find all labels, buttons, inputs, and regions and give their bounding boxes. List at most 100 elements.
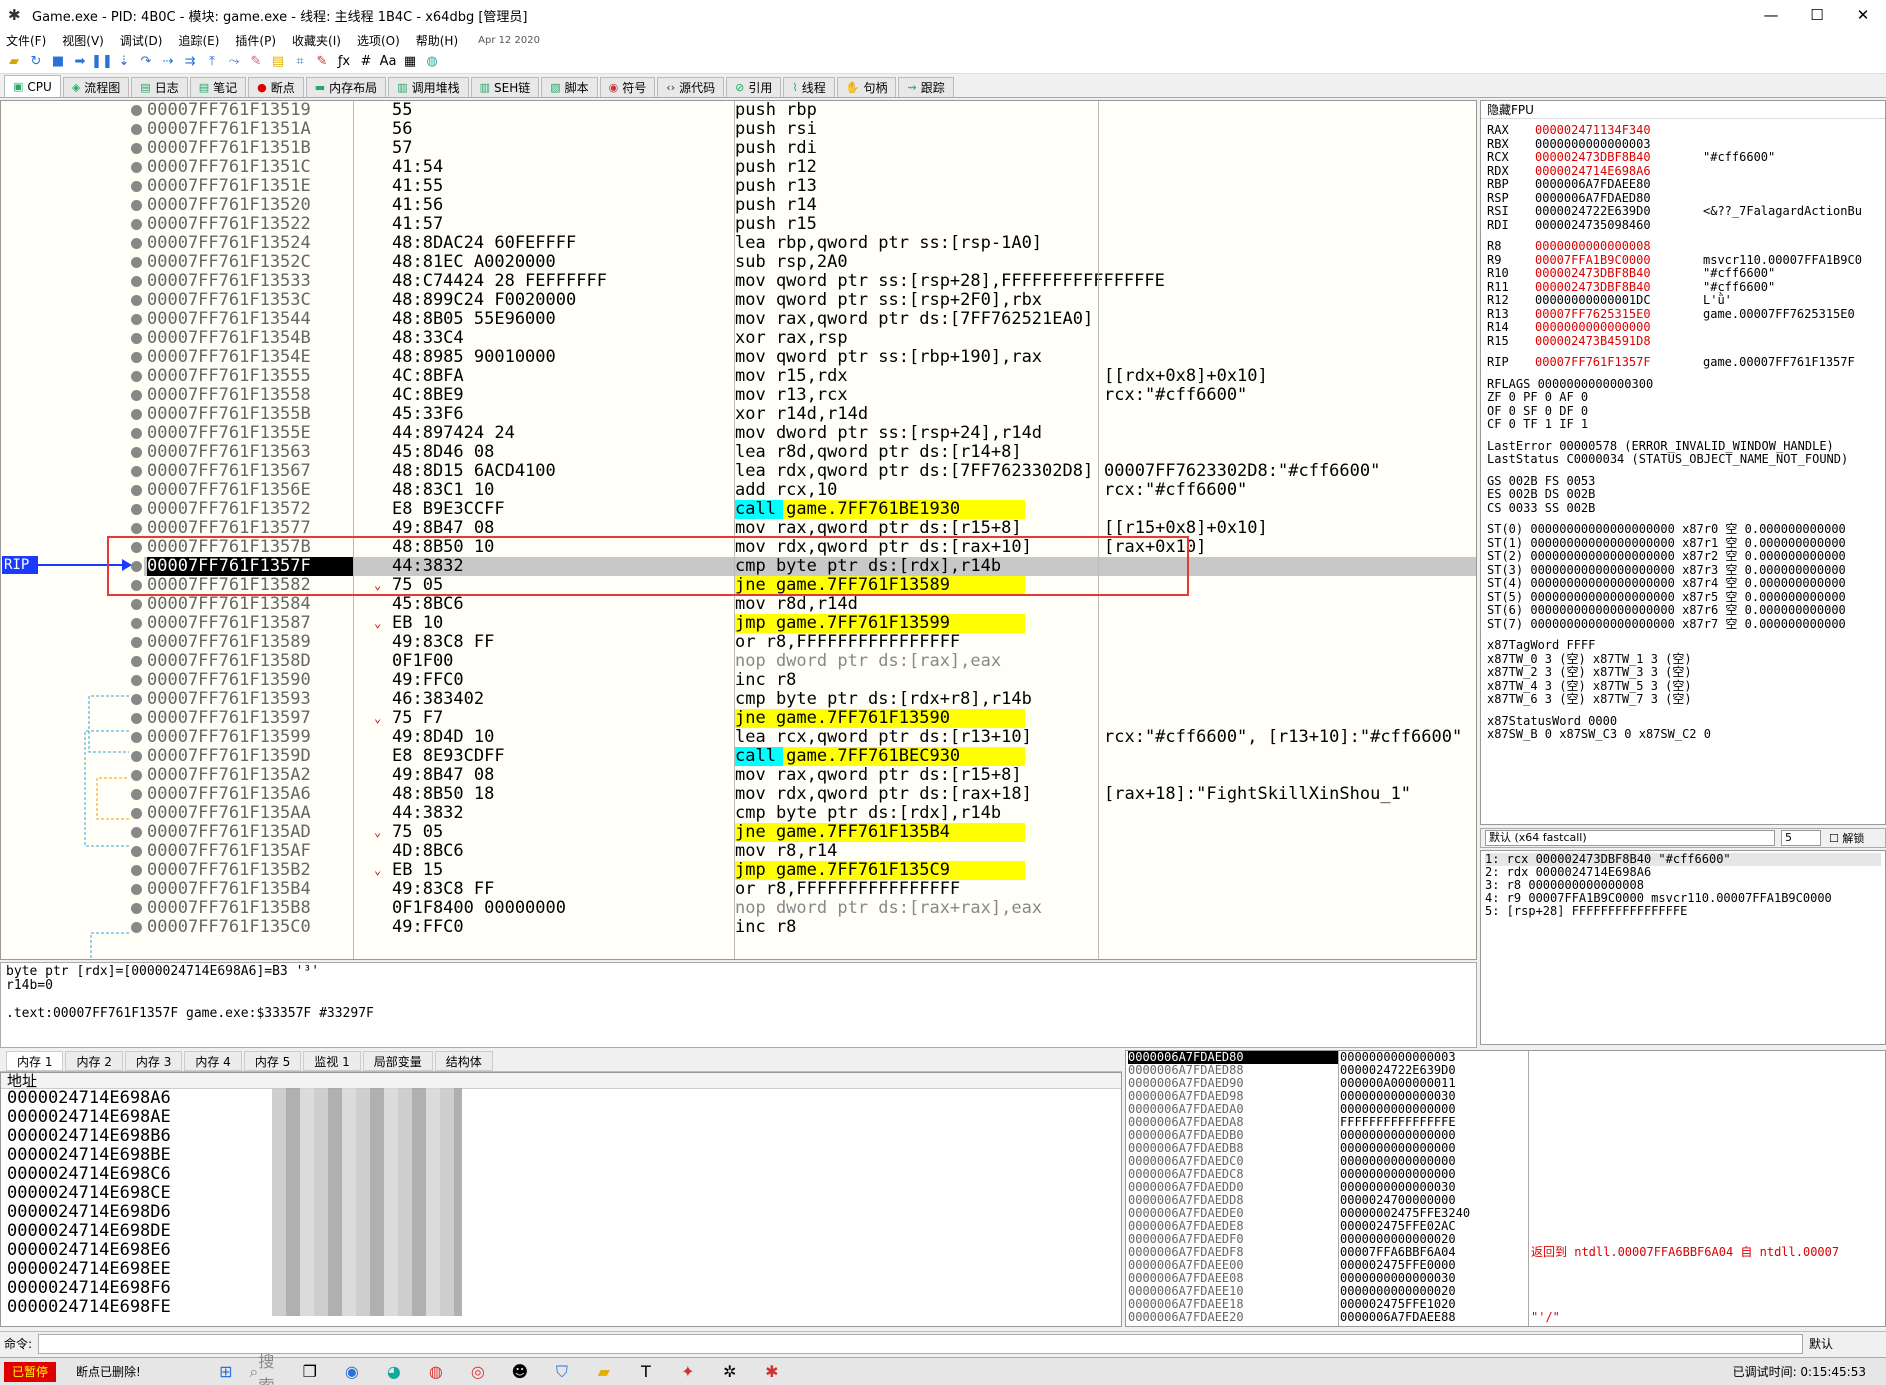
tab-trace[interactable]: ⇝ 跟踪	[898, 77, 954, 97]
trace-into-icon[interactable]: ⇢	[158, 52, 178, 72]
disassembly-row[interactable]: 00007FF761F1353C 48:899C24 F0020000 mov qw…	[131, 291, 1476, 310]
shield-icon[interactable]: ⛉	[547, 1360, 577, 1384]
disassembly-row[interactable]: 00007FF761F135B4 49:83C8 FF or r8,FFFFFFFF…	[131, 880, 1476, 899]
register-row[interactable]: RDX 0000024714E698A6	[1487, 164, 1703, 178]
disassembly-row[interactable]: 00007FF761F1359D E8 8E93CDFF call game.7FF…	[131, 747, 1476, 766]
dump-row[interactable]: 0000024714E698AE	[1, 1108, 1121, 1127]
fpu-tag-row[interactable]: x87TW_0 3 (空) x87TW_1 3 (空)	[1487, 652, 1692, 666]
breakpoint-dot-icon[interactable]	[131, 599, 142, 610]
disassembly-row[interactable]: 00007FF761F135C0 49:FFC0 inc r8	[131, 918, 1476, 937]
register-row[interactable]: RDI 0000024735098460	[1487, 218, 1703, 232]
disassembly-row[interactable]: 00007FF761F13519 55 push rbp	[131, 101, 1476, 120]
breakpoint-dot-icon[interactable]	[131, 238, 142, 249]
game-icon[interactable]: ✦	[673, 1360, 703, 1384]
fpu-st-row[interactable]: ST(1) 00000000000000000000 x87r1 空 0.000…	[1487, 536, 1846, 550]
segment-row[interactable]: GS 002B FS 0053	[1487, 474, 1595, 488]
disassembly-row[interactable]: 00007FF761F1351B 57 push rdi	[131, 139, 1476, 158]
register-row-rip[interactable]: RIP 00007FF761F1357F game.00007FF761F1357F	[1487, 355, 1855, 369]
dump-row[interactable]: 0000024714E698E6	[1, 1241, 1121, 1260]
fpu-tag-row[interactable]: x87TW_2 3 (空) x87TW_3 3 (空)	[1487, 665, 1692, 679]
breakpoint-dot-icon[interactable]	[131, 219, 142, 230]
breakpoint-dot-icon[interactable]	[131, 276, 142, 287]
tab-source[interactable]: ‹› 源代码	[657, 77, 725, 97]
tab-script[interactable]: ▧ 脚本	[541, 77, 598, 97]
qq-icon[interactable]: ☻	[505, 1360, 535, 1384]
register-row[interactable]: R8 0000000000000008	[1487, 239, 1703, 253]
register-row[interactable]: R10 000002473DBF8B40 "#cff6600"	[1487, 266, 1775, 280]
weibo-icon[interactable]: ◎	[463, 1360, 493, 1384]
breakpoint-dot-icon[interactable]	[131, 162, 142, 173]
disassembly-row[interactable]: 00007FF761F13524 48:8DAC24 60FEFFFF lea rb…	[131, 234, 1476, 253]
calculator-icon[interactable]: ▦	[400, 52, 420, 72]
breakpoint-dot-icon[interactable]	[131, 694, 142, 705]
breakpoint-dot-icon[interactable]	[131, 428, 142, 439]
tab-dump-1[interactable]: 内存 1	[6, 1050, 64, 1071]
disassembly-row[interactable]: 00007FF761F13590 49:FFC0 inc r8	[131, 671, 1476, 690]
dump-row[interactable]: 0000024714E698EE	[1, 1260, 1121, 1279]
menu-trace[interactable]: 追踪(E)	[178, 32, 219, 49]
arg-row[interactable]: 5: [rsp+28] FFFFFFFFFFFFFFFE	[1485, 905, 1881, 918]
breakpoint-dot-icon[interactable]	[131, 143, 142, 154]
tab-call-stack[interactable]: ▥ 调用堆栈	[388, 77, 469, 97]
breakpoint-dot-icon[interactable]	[131, 808, 142, 819]
disassembly-row[interactable]: 00007FF761F13589 49:83C8 FF or r8,FFFFFFFF…	[131, 633, 1476, 652]
disassembly-row[interactable]: 00007FF761F13584 45:8BC6 mov r8d,r14d	[131, 595, 1476, 614]
breakpoint-dot-icon[interactable]	[131, 371, 142, 382]
rflags-row[interactable]: RFLAGS 0000000000000300	[1487, 377, 1653, 391]
register-row[interactable]: RAX 000002471134F340	[1487, 123, 1703, 137]
dump-row[interactable]: 0000024714E698A6	[1, 1089, 1121, 1108]
breakpoint-dot-icon[interactable]	[131, 922, 142, 933]
globe-icon[interactable]: ◍	[422, 52, 442, 72]
tab-struct[interactable]: 结构体	[434, 1050, 493, 1071]
disassembly-row[interactable]: 00007FF761F1354E 48:8985 90010000 mov qwor…	[131, 348, 1476, 367]
disassembly-row[interactable]: 00007FF761F13587 EB 10 jmp game.7FF761F135…	[131, 614, 1476, 633]
unlock-checkbox[interactable]: ☐ 解锁	[1829, 830, 1864, 846]
dump-row[interactable]: 0000024714E698BE	[1, 1146, 1121, 1165]
breakpoint-dot-icon[interactable]	[131, 124, 142, 135]
browser-icon[interactable]: ◉	[337, 1360, 367, 1384]
register-row[interactable]: R14 0000000000000000	[1487, 320, 1703, 334]
disassembly-row[interactable]: 00007FF761F13567 48:8D15 6ACD4100 lea rdx,…	[131, 462, 1476, 481]
hash-icon[interactable]: #	[356, 52, 376, 72]
fpu-status-row[interactable]: x87StatusWord 0000	[1487, 714, 1617, 728]
disassembly-row[interactable]: 00007FF761F13599 49:8D4D 10 lea rcx,qword …	[131, 728, 1476, 747]
dump-row[interactable]: 0000024714E698F6	[1, 1279, 1121, 1298]
disassembly-row[interactable]: 00007FF761F13558 4C:8BE9 mov r13,rcx rcx:"#…	[131, 386, 1476, 405]
register-row[interactable]: R13 00007FF7625315E0 game.00007FF7625315E0	[1487, 307, 1855, 321]
breakpoint-dot-icon[interactable]	[131, 846, 142, 857]
disassembly-row[interactable]: 00007FF761F13555 4C:8BFA mov r15,rdx [[rdx+…	[131, 367, 1476, 386]
tab-graph[interactable]: ◈ 流程图	[62, 77, 130, 97]
fpu-tag-row[interactable]: x87TW_4 3 (空) x87TW_5 3 (空)	[1487, 679, 1692, 693]
disassembly-row[interactable]: 00007FF761F1356E 48:83C1 10 add rcx,10 rcx:…	[131, 481, 1476, 500]
disassembly-row[interactable]: 00007FF761F135AF 4D:8BC6 mov r8,r14	[131, 842, 1476, 861]
memory-dump[interactable]: 地址 0000024714E698A6 0000024714E698AE 00000…	[0, 1072, 1122, 1327]
settings-icon[interactable]: ✲	[715, 1360, 745, 1384]
fpu-tag-row[interactable]: x87TagWord FFFF	[1487, 638, 1595, 652]
breakpoint-dot-icon[interactable]	[131, 865, 142, 876]
breakpoint-dot-icon[interactable]	[131, 827, 142, 838]
command-input[interactable]	[38, 1333, 1804, 1354]
breakpoint-dot-icon[interactable]	[131, 447, 142, 458]
function-icon[interactable]: ƒx	[334, 52, 354, 72]
breakpoint-dot-icon[interactable]	[131, 181, 142, 192]
fpu-st-row[interactable]: ST(0) 00000000000000000000 x87r0 空 0.000…	[1487, 522, 1846, 536]
register-row[interactable]: RBP 0000006A7FDAEE80	[1487, 177, 1703, 191]
segment-row[interactable]: ES 002B DS 002B	[1487, 487, 1595, 501]
breakpoint-dot-icon[interactable]	[131, 295, 142, 306]
edge-icon[interactable]: ◕	[379, 1360, 409, 1384]
disassembly-row[interactable]: 00007FF761F135AA 44:3832 cmp byte ptr ds:[…	[131, 804, 1476, 823]
menu-favourites[interactable]: 收藏夹(I)	[292, 32, 341, 49]
breakpoint-dot-icon[interactable]	[131, 789, 142, 800]
tab-log[interactable]: ▤ 日志	[131, 77, 188, 97]
dump-row[interactable]: 0000024714E698DE	[1, 1222, 1121, 1241]
folder-icon[interactable]: ▰	[589, 1360, 619, 1384]
disassembly-row[interactable]: 00007FF761F13563 45:8D46 08 lea r8d,qword …	[131, 443, 1476, 462]
bookmark-icon[interactable]: ✎	[312, 52, 332, 72]
last-status-row[interactable]: LastStatus C0000034 (STATUS_OBJECT_NAME_…	[1487, 452, 1848, 466]
breakpoint-dot-icon[interactable]	[131, 770, 142, 781]
flags-row[interactable]: OF 0 SF 0 DF 0	[1487, 404, 1588, 418]
tab-dump-4[interactable]: 内存 4	[184, 1050, 242, 1071]
disassembly-view[interactable]: 00007FF761F13519 55 push rbp 00007FF761F135…	[0, 100, 1477, 960]
breakpoint-dot-icon[interactable]	[131, 675, 142, 686]
disassembly-row[interactable]: 00007FF761F1351C 41:54 push r12	[131, 158, 1476, 177]
